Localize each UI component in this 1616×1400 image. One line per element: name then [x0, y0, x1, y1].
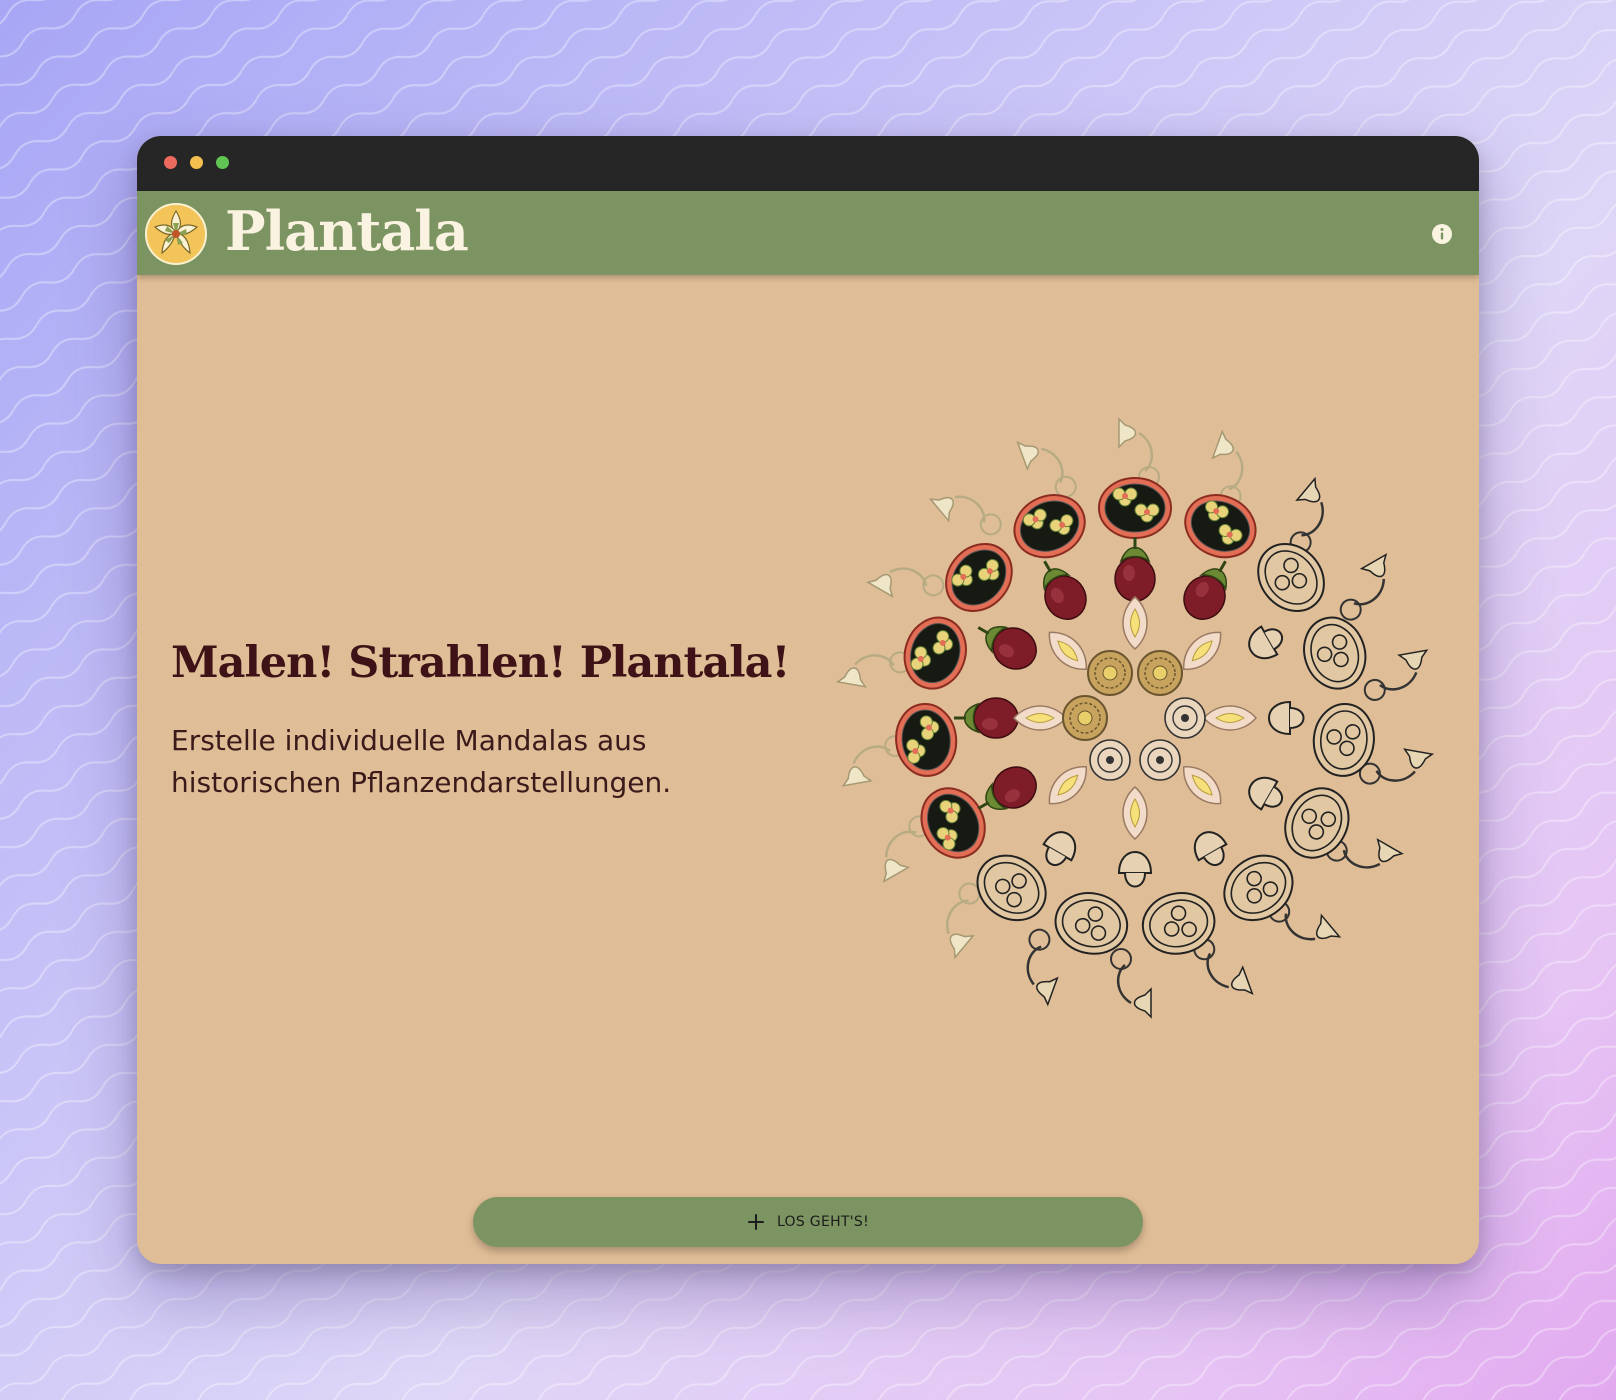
flower-logo-icon[interactable] [145, 203, 207, 265]
browser-window: Plantala Malen! Strahlen! Plantala! Erst… [137, 136, 1479, 1264]
hero-description: Erstelle individuelle Mandalas aus histo… [171, 724, 672, 799]
start-button[interactable]: LOS GEHT'S! [473, 1197, 1143, 1247]
minimize-window-button[interactable] [190, 156, 203, 169]
maximize-window-button[interactable] [216, 156, 229, 169]
start-button-label: LOS GEHT'S! [776, 1214, 870, 1230]
plus-icon [747, 1214, 764, 1230]
window-titlebar [137, 136, 1479, 191]
mandala-illustration [835, 417, 1435, 1019]
close-window-button[interactable] [164, 156, 177, 169]
hero-headline: Malen! Strahlen! Plantala! [171, 638, 790, 688]
app-name: Plantala [225, 199, 469, 263]
info-icon[interactable] [1431, 223, 1453, 245]
app-header: Plantala [137, 191, 1479, 275]
